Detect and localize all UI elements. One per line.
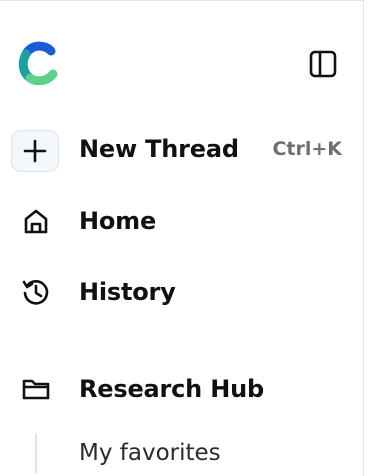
c-logo-icon[interactable] (17, 41, 63, 86)
my-favorites-label: My favorites (79, 440, 221, 466)
history-label: History (79, 278, 176, 306)
history-icon (16, 272, 56, 312)
sidebar-toggle-button[interactable] (307, 48, 339, 80)
sidebar-item-home[interactable]: Home (0, 199, 364, 243)
sidebar-item-research-hub[interactable]: Research Hub (0, 367, 364, 411)
sidebar: New Thread Ctrl+K Home History Research … (0, 0, 364, 476)
plus-icon (23, 139, 47, 163)
sidebar-toggle-icon (309, 50, 337, 78)
home-icon (16, 201, 56, 241)
new-thread-label: New Thread (79, 135, 239, 163)
sidebar-item-history[interactable]: History (0, 270, 364, 314)
plus-button[interactable] (11, 130, 59, 172)
research-hub-label: Research Hub (79, 375, 264, 403)
folder-icon (16, 369, 56, 409)
subitem-my-favorites[interactable]: My favorites (79, 433, 221, 473)
new-thread-shortcut: Ctrl+K (272, 138, 342, 160)
home-label: Home (79, 207, 157, 235)
subitem-guide-line (35, 433, 37, 473)
new-thread-item[interactable]: New Thread Ctrl+K (0, 127, 364, 172)
